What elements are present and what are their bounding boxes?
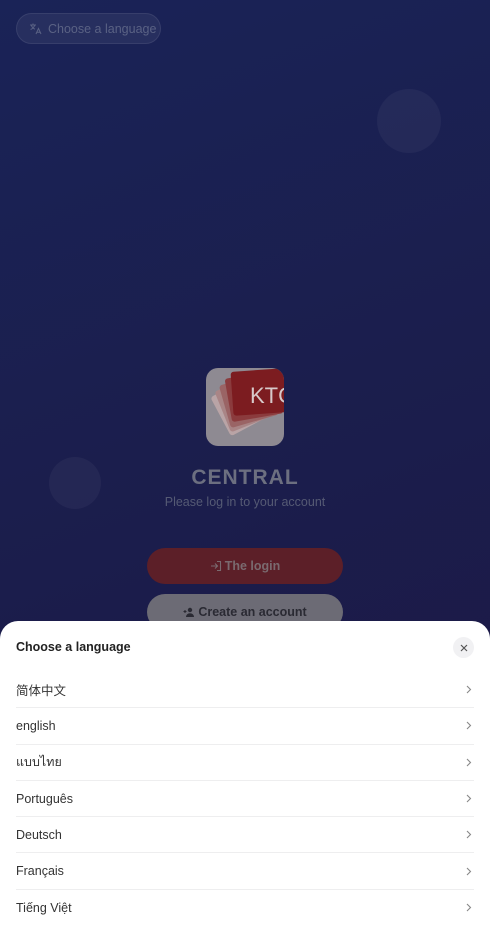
login-subtitle: Please log in to your account (164, 495, 326, 509)
chevron-right-icon (466, 685, 474, 695)
choose-language-button[interactable]: Choose a language (16, 13, 161, 44)
login-button[interactable]: The login (147, 548, 343, 584)
app-logo: KTC (206, 368, 284, 446)
language-label: Français (16, 864, 64, 879)
chevron-right-icon (466, 794, 474, 804)
language-label: Português (16, 791, 73, 806)
login-icon (210, 560, 222, 572)
language-option-portuguese[interactable]: Português (16, 781, 474, 818)
language-label: Tiếng Việt (16, 900, 72, 915)
language-label: 简体中文 (16, 684, 67, 699)
login-label: The login (224, 559, 281, 573)
chevron-right-icon (466, 830, 474, 840)
svg-text:KTC: KTC (250, 383, 284, 408)
sheet-title: Choose a language (16, 640, 131, 654)
language-option-chinese[interactable]: 简体中文 (16, 672, 474, 709)
chevron-right-icon (466, 757, 474, 767)
translate-icon (29, 22, 42, 35)
language-label: Deutsch (16, 827, 62, 842)
language-sheet: Choose a language 简体中文 english แบบไทย Po… (0, 621, 490, 940)
language-option-thai[interactable]: แบบไทย (16, 745, 474, 781)
person-add-icon (183, 606, 195, 618)
language-option-english[interactable]: english (16, 708, 474, 745)
language-list: 简体中文 english แบบไทย Português Deutsch Fr… (16, 672, 474, 926)
chevron-right-icon (466, 903, 474, 913)
brand-name: CENTRAL (191, 466, 299, 489)
close-icon (460, 639, 468, 657)
create-account-label: Create an account (198, 605, 307, 619)
decorative-bubble (377, 89, 441, 153)
language-label: แบบไทย (16, 755, 62, 770)
chevron-right-icon (466, 721, 474, 731)
language-option-french[interactable]: Français (16, 853, 474, 890)
language-label: english (16, 718, 56, 733)
choose-language-label: Choose a language (48, 21, 157, 36)
language-option-vietnamese[interactable]: Tiếng Việt (16, 890, 474, 926)
language-option-german[interactable]: Deutsch (16, 817, 474, 854)
chevron-right-icon (466, 866, 474, 876)
close-button[interactable] (453, 637, 474, 658)
